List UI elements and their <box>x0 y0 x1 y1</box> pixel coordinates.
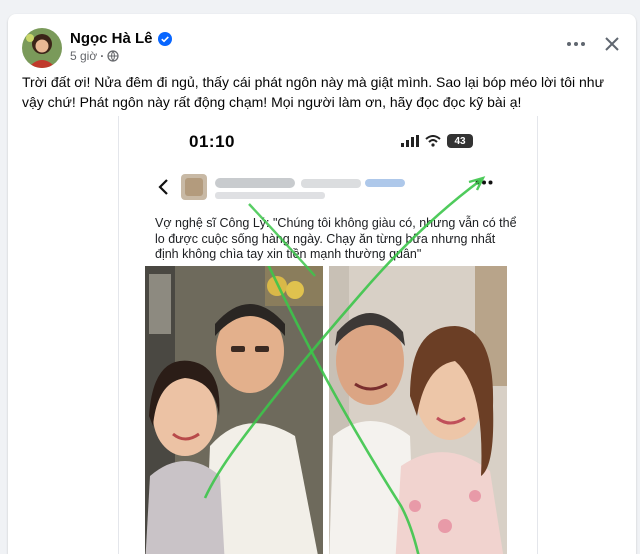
avatar[interactable] <box>22 28 62 68</box>
verified-badge-icon <box>157 31 172 46</box>
close-icon <box>605 37 619 51</box>
meta-separator: · <box>100 49 105 63</box>
green-cross-mark <box>203 176 486 499</box>
post-text: Trời đất ơi! Nửa đêm đi ngủ, thấy cái ph… <box>22 74 604 110</box>
close-button[interactable] <box>600 32 624 56</box>
globe-icon[interactable] <box>107 50 119 62</box>
post-header: Ngọc Hà Lê 5 giờ · <box>8 14 636 72</box>
author-name-row: Ngọc Hà Lê <box>70 30 172 47</box>
post-card: Ngọc Hà Lê 5 giờ · Trời đất ơi! Nửa đêm … <box>8 14 636 554</box>
author-name[interactable]: Ngọc Hà Lê <box>70 30 153 47</box>
post-image[interactable]: 01:10 43 Vợ nghệ sĩ Công Lý: "Chúng tôi … <box>118 116 538 554</box>
more-options-button[interactable] <box>562 34 590 54</box>
more-dots-icon <box>567 42 585 46</box>
post-time[interactable]: 5 giờ <box>70 49 97 63</box>
post-meta: 5 giờ · <box>70 49 119 63</box>
